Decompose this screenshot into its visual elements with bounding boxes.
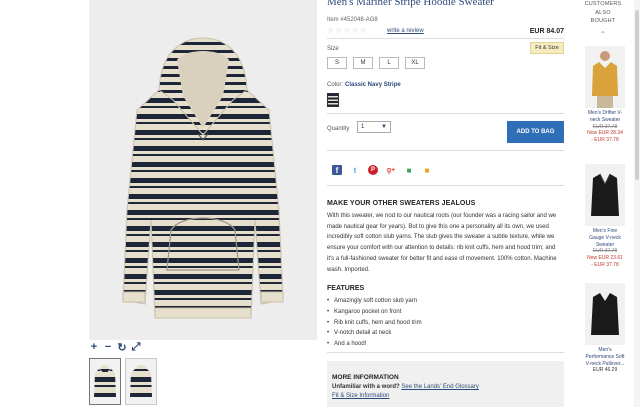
glossary-line: Unfamiliar with a word? See the Lands' E… [332,384,559,390]
quantity-value: 1 [361,124,365,130]
recommended-item-price-range: - EUR 37.78 [591,137,619,144]
color-swatch-navy-stripe[interactable] [327,93,339,107]
star-icon: ☆ [335,26,343,35]
pinterest-icon[interactable]: P [368,165,378,175]
recommended-item-price-range: - EUR 37.78 [591,261,619,268]
product-main-image[interactable] [89,0,317,340]
color-name: Classic Navy Stripe [345,82,401,88]
recommended-item[interactable]: Men's Drifter V-neck Sweater EUR 37.78 N… [585,46,625,144]
recommended-item-now-price: Now EUR 28.34 [587,130,623,137]
product-title: Men's Mariner Stripe Hoodie Sweater [327,0,494,8]
list-item: Rib knit cuffs, hem and hood trim [327,318,422,329]
divider [327,150,564,151]
item-number: Item #452048-AG8 [327,17,378,23]
recommended-item-price: EUR 46.29 [592,367,618,374]
list-item: V-notch detail at neck [327,328,422,339]
recommended-item-name[interactable]: Men's Drifter V-neck Sweater [585,110,625,124]
divider [327,113,564,114]
recommended-item-image[interactable] [585,283,625,345]
thumbnail-back[interactable] [125,358,157,405]
chevron-up-icon[interactable]: ⌃ [576,30,630,39]
twitter-icon[interactable]: t [350,165,360,175]
fit-size-button[interactable]: Fit & Size [530,42,564,54]
list-item: Amazingly soft cotton slub yarn [327,296,422,307]
divider [327,352,564,353]
fit-info-line: Fit & Size Information [332,393,559,399]
glossary-link[interactable]: See the Lands' End Glossary [401,384,479,390]
list-item: And a hood! [327,339,422,350]
rotate-icon[interactable]: ↻ [117,341,127,354]
image-thumbnails [89,358,157,405]
thumbnail-front[interactable] [89,358,121,405]
star-icon: ☆ [327,26,335,35]
rail-heading: CUSTOMERS ALSO BOUGHT [584,1,622,24]
quantity-label: Quantity [327,126,350,132]
recommended-item-name[interactable]: Men's Fine Gauge V-neck Sweater [585,228,625,248]
more-information-box: MORE INFORMATION Unfamiliar with a word?… [327,361,564,407]
recommended-item[interactable]: Men's Performance Soft V-neck Pullover..… [585,283,625,374]
image-zoom-tools: + − ↻ ⤢ [89,340,159,354]
recommended-item-image[interactable] [585,164,625,226]
star-icon: ☆ [359,26,367,35]
add-to-bag-button[interactable]: ADD TO BAG [507,121,564,143]
recommended-item[interactable]: Men's Fine Gauge V-neck Sweater EUR 37.7… [585,164,625,269]
social-share-bar: f t P g+ ■ ■ [332,165,432,175]
google-plus-icon[interactable]: g+ [386,165,396,175]
product-price: EUR 84.07 [529,28,564,35]
size-option-l[interactable]: L [379,57,399,69]
chevron-down-icon: ▼ [381,124,387,130]
fit-size-info-link[interactable]: Fit & Size Information [332,393,389,399]
color-label: Color: [327,82,344,88]
facebook-icon[interactable]: f [332,165,342,175]
recommended-item-was-price: EUR 37.78 [592,123,618,130]
size-label: Size [327,46,339,52]
description-heading: MAKE YOUR OTHER SWEATERS JEALOUS [327,200,476,207]
bookmark-icon[interactable]: ■ [422,165,432,175]
recommended-item-now-price: Now EUR 23.61 [587,255,623,262]
write-review-link[interactable]: write a review [387,28,424,34]
recommended-item-image[interactable] [585,46,625,108]
expand-icon[interactable]: ⤢ [131,341,141,354]
divider [327,38,564,39]
size-option-m[interactable]: M [353,57,373,69]
recommended-item-was-price: EUR 37.78 [592,248,618,255]
size-options: S M L XL [327,57,425,69]
features-heading: FEATURES [327,285,365,292]
share-icon[interactable]: ■ [404,165,414,175]
description-body: With this sweater, we nod to our nautica… [327,213,557,273]
star-icon: ☆ [351,26,359,35]
rating-stars: ☆ ☆ ☆ ☆ ☆ [327,27,367,35]
list-item: Kangaroo pocket on front [327,307,422,318]
customers-also-bought: CUSTOMERS ALSO BOUGHT ⌃ [576,0,630,39]
page-scrollbar[interactable] [634,0,640,407]
size-option-s[interactable]: S [327,57,347,69]
zoom-in-icon[interactable]: + [89,341,99,353]
unfamiliar-label: Unfamiliar with a word? [332,384,400,390]
divider [327,185,564,186]
scrollbar-thumb[interactable] [635,10,639,180]
recommended-item-name[interactable]: Men's Performance Soft V-neck Pullover..… [585,347,625,367]
features-list: Amazingly soft cotton slub yarn Kangaroo… [327,296,422,350]
more-information-heading: MORE INFORMATION [332,374,399,381]
quantity-select[interactable]: 1 ▼ [357,121,391,133]
zoom-out-icon[interactable]: − [103,341,113,353]
star-icon: ☆ [343,26,351,35]
size-option-xl[interactable]: XL [405,57,425,69]
